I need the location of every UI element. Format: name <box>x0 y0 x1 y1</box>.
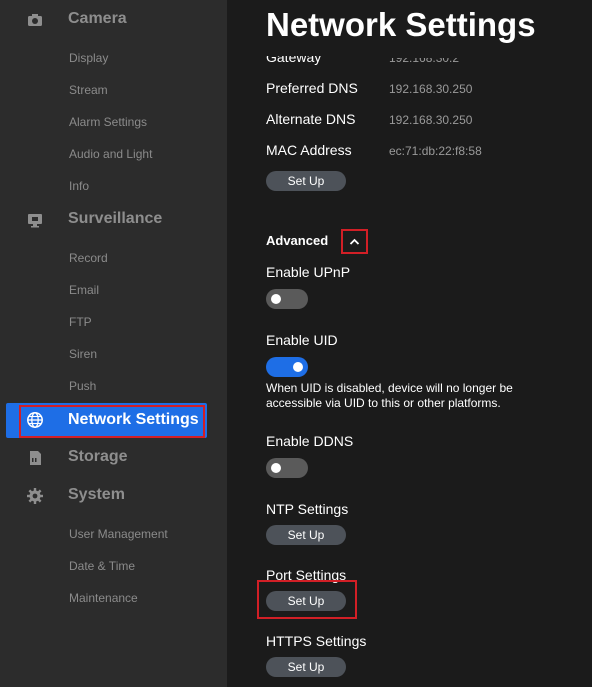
sidebar-section-system[interactable]: System <box>0 479 227 513</box>
toggle-knob <box>293 362 303 372</box>
toggle-knob <box>271 463 281 473</box>
sidebar-item-network-settings[interactable]: Network Settings <box>6 403 207 438</box>
sidebar-item-display[interactable]: Display <box>69 50 108 66</box>
alternate-dns-label: Alternate DNS <box>266 111 356 127</box>
sidebar-section-label: Storage <box>68 448 128 465</box>
sidebar-item-info[interactable]: Info <box>69 178 89 194</box>
highlight-box <box>19 405 205 438</box>
camera-icon <box>28 14 42 26</box>
sidebar-item-ftp[interactable]: FTP <box>69 314 92 330</box>
storage-icon <box>30 451 41 465</box>
monitor-icon <box>28 214 42 228</box>
upnp-toggle[interactable] <box>266 289 308 309</box>
sidebar-item-push[interactable]: Push <box>69 378 96 394</box>
sidebar-item-record[interactable]: Record <box>69 250 108 266</box>
ip-setup-button[interactable]: Set Up <box>266 171 346 191</box>
page-title: Network Settings <box>266 6 536 43</box>
sidebar-section-storage[interactable]: Storage <box>0 441 227 475</box>
sidebar-item-siren[interactable]: Siren <box>69 346 97 362</box>
mac-address-label: MAC Address <box>266 142 352 158</box>
preferred-dns-value: 192.168.30.250 <box>389 82 473 96</box>
sidebar-item-alarm-settings[interactable]: Alarm Settings <box>69 114 147 130</box>
ntp-settings-label: NTP Settings <box>266 501 349 517</box>
preferred-dns-label: Preferred DNS <box>266 80 358 96</box>
enable-ddns-label: Enable DDNS <box>266 433 354 449</box>
sidebar-item-stream[interactable]: Stream <box>69 82 108 98</box>
gear-icon <box>27 488 43 504</box>
https-settings-label: HTTPS Settings <box>266 633 367 649</box>
sidebar: Camera Display Stream Alarm Settings Aud… <box>0 0 227 687</box>
main-content: Gateway 192.168.30.2 Network Settings Pr… <box>227 0 592 687</box>
sidebar-section-label: Surveillance <box>68 210 163 227</box>
chevron-up-icon <box>349 238 360 245</box>
sidebar-section-surveillance[interactable]: Surveillance <box>0 203 227 237</box>
alternate-dns-value: 192.168.30.250 <box>389 113 473 127</box>
sidebar-section-label: Camera <box>68 10 127 27</box>
sidebar-item-maintenance[interactable]: Maintenance <box>69 590 138 606</box>
sidebar-item-audio-and-light[interactable]: Audio and Light <box>69 146 152 162</box>
mac-address-value: ec:71:db:22:f8:58 <box>389 144 482 158</box>
advanced-label: Advanced <box>266 233 329 248</box>
uid-toggle[interactable] <box>266 357 308 377</box>
sidebar-section-camera[interactable]: Camera <box>0 3 227 37</box>
sidebar-item-date-time[interactable]: Date & Time <box>69 558 135 574</box>
ddns-toggle[interactable] <box>266 458 308 478</box>
https-setup-button[interactable]: Set Up <box>266 657 346 677</box>
toggle-knob <box>271 294 281 304</box>
ntp-setup-button[interactable]: Set Up <box>266 525 346 545</box>
sidebar-section-label: System <box>68 486 125 503</box>
uid-note: When UID is disabled, device will no lon… <box>266 381 513 410</box>
port-setup-button[interactable]: Set Up <box>266 591 346 611</box>
enable-upnp-label: Enable UPnP <box>266 264 351 280</box>
sidebar-item-user-management[interactable]: User Management <box>69 526 168 542</box>
sidebar-item-email[interactable]: Email <box>69 282 99 298</box>
enable-uid-label: Enable UID <box>266 332 338 348</box>
advanced-toggle-button[interactable] <box>341 229 368 254</box>
